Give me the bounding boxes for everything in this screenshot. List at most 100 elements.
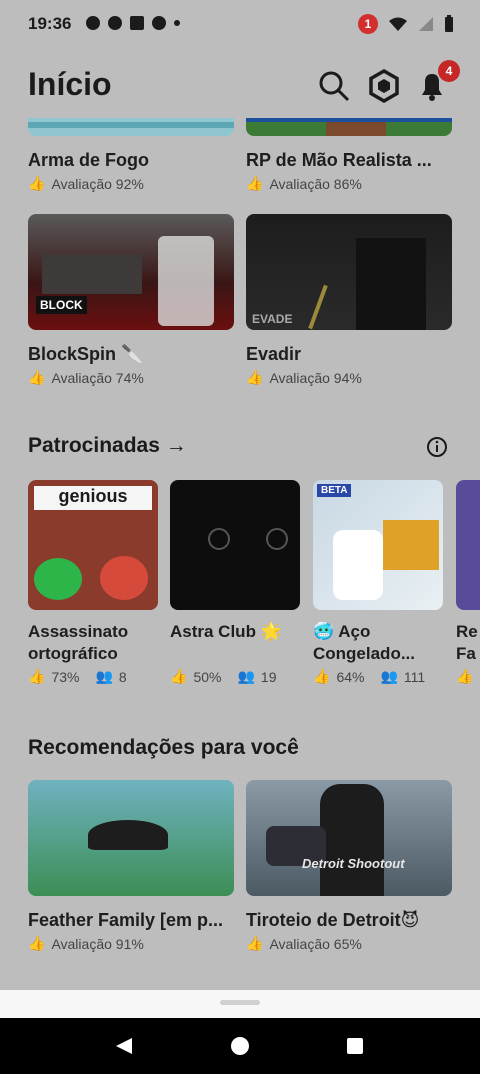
section-title-recommended[interactable]: Recomendações para você <box>28 736 299 760</box>
game-title: Arma de Fogo <box>28 150 150 170</box>
back-button[interactable] <box>114 1036 134 1056</box>
game-title: Re <box>456 622 478 641</box>
signal-icon <box>419 17 433 31</box>
thumbnail-text: Detroit Shootout <box>302 856 405 871</box>
game-rating: 👍 Avaliação 94% <box>246 369 452 386</box>
status-time: 19:36 <box>28 14 72 33</box>
players-count: 19 <box>260 668 277 685</box>
game-title: Feather Family [em p... <box>28 910 224 930</box>
game-thumbnail <box>28 118 234 136</box>
game-rating: 👍 Avaliação 65% <box>246 935 452 952</box>
game-title: Assassinato <box>28 622 129 641</box>
players-icon: 👥 <box>237 668 255 684</box>
game-rating: 👍 Avaliação 74% <box>28 369 234 386</box>
app-icon <box>130 16 144 30</box>
players-icon: 👥 <box>380 668 398 684</box>
game-thumbnail: genious <box>28 480 158 610</box>
thumbs-up-icon: 👍 <box>28 175 46 191</box>
game-rating: 👍 Avaliação 91% <box>28 935 234 952</box>
section-title-sponsored[interactable]: Patrocinadas → <box>28 434 187 458</box>
players-count: 111 <box>403 668 426 685</box>
thumbnail-text: EVADE <box>252 312 293 326</box>
game-title: BlockSpin 🔪 <box>28 344 144 364</box>
thumbnail-text: genious <box>34 486 152 510</box>
game-thumbnail: BETA <box>313 480 443 610</box>
game-title: RP de Mão Realista ... <box>246 150 432 170</box>
game-thumbnail: Detroit Shootout <box>246 780 452 896</box>
game-card[interactable]: Detroit Shootout Tiroteio de Detroit😈 👍 A… <box>246 780 452 952</box>
game-thumbnail <box>170 480 300 610</box>
game-title: Astra Club 🌟 <box>170 622 282 641</box>
sponsored-card[interactable]: genious Assassinato ortográfico 👍 73% 👥 8 <box>28 480 158 685</box>
rating-text: 64% <box>336 668 365 685</box>
game-rating: 👍 Avaliação 92% <box>28 175 234 192</box>
rating-text: 73% <box>51 668 80 685</box>
app-header: Início 4 <box>0 60 480 120</box>
thumbs-up-icon: 👍 <box>246 369 264 385</box>
game-title-line2: Congelado... <box>313 644 415 663</box>
thumbs-up-icon: 👍 <box>28 935 46 951</box>
rating-text: Avaliação 86% <box>269 175 362 192</box>
recents-button[interactable] <box>346 1037 364 1055</box>
page-title: Início <box>28 66 112 102</box>
thumbs-up-icon: 👍 <box>313 668 331 684</box>
game-thumbnail <box>456 480 480 610</box>
game-card[interactable]: Feather Family [em p... 👍 Avaliação 91% <box>28 780 234 952</box>
game-thumbnail: EVADE <box>246 214 452 330</box>
game-stats: 👍 50% 👥 19 <box>170 668 300 685</box>
android-nav-bar <box>0 1018 480 1074</box>
status-notification-icons <box>86 16 180 30</box>
game-thumbnail <box>246 118 452 136</box>
app-icon <box>108 16 122 30</box>
game-rating: 👍 Avaliação 86% <box>246 175 452 192</box>
thumbs-up-icon: 👍 <box>246 175 264 191</box>
app-icon <box>152 16 166 30</box>
rating-text: 50% <box>193 668 222 685</box>
robux-button[interactable] <box>366 68 402 104</box>
players-icon: 👥 <box>95 668 113 684</box>
game-stats: 👍9 <box>456 668 480 685</box>
game-card[interactable]: EVADE Evadir 👍 Avaliação 94% <box>246 214 452 386</box>
search-icon <box>319 71 350 102</box>
sponsored-card[interactable]: Re Fa 👍9 <box>456 480 480 685</box>
game-card[interactable]: RP de Mão Realista ... 👍 Avaliação 86% <box>246 118 452 192</box>
game-title-line2: Fa <box>456 644 476 663</box>
rating-text: Avaliação 65% <box>269 935 362 952</box>
notification-count-badge: 1 <box>358 14 378 34</box>
game-thumbnail: BLOCK <box>28 214 234 330</box>
thumbs-up-icon: 👍 <box>28 369 46 385</box>
notifications-button[interactable]: 4 <box>414 60 460 104</box>
chat-icon <box>86 16 100 30</box>
home-button[interactable] <box>230 1036 250 1056</box>
robux-icon <box>369 68 399 104</box>
game-title-line2: ortográfico <box>28 644 118 663</box>
bottom-sheet-handle-bar <box>0 990 480 1018</box>
game-card[interactable]: BLOCK BlockSpin 🔪 👍 Avaliação 74% <box>28 214 234 386</box>
thumbnail-text: BLOCK <box>36 296 87 314</box>
sponsored-card[interactable]: Astra Club 🌟 👍 50% 👥 19 <box>170 480 300 685</box>
rating-text: Avaliação 91% <box>51 935 144 952</box>
game-thumbnail <box>28 780 234 896</box>
thumbs-up-icon: 👍 <box>456 668 474 684</box>
thumbs-up-icon: 👍 <box>246 935 264 951</box>
search-button[interactable] <box>316 68 352 104</box>
drag-handle[interactable] <box>220 1000 260 1005</box>
game-title: Tiroteio de Detroit😈 <box>246 910 420 930</box>
status-right: 1 <box>358 14 454 34</box>
rating-text: Avaliação 94% <box>269 369 362 386</box>
rating-text: Avaliação 92% <box>51 175 144 192</box>
notification-badge: 4 <box>438 60 460 82</box>
game-stats: 👍 64% 👥 111 <box>313 668 443 685</box>
dot-icon <box>174 20 180 26</box>
game-stats: 👍 73% 👥 8 <box>28 668 158 685</box>
thumbs-up-icon: 👍 <box>170 668 188 684</box>
rating-text: Avaliação 74% <box>51 369 144 386</box>
status-bar: 19:36 1 <box>0 0 480 50</box>
info-icon[interactable] <box>426 436 448 458</box>
sponsored-card[interactable]: BETA 🥶 Aço Congelado... 👍 64% 👥 111 <box>313 480 443 685</box>
game-title: Evadir <box>246 344 302 364</box>
beta-tag: BETA <box>317 484 352 497</box>
game-card[interactable]: Arma de Fogo 👍 Avaliação 92% <box>28 118 234 192</box>
battery-icon <box>445 15 453 32</box>
wifi-icon <box>389 17 407 31</box>
